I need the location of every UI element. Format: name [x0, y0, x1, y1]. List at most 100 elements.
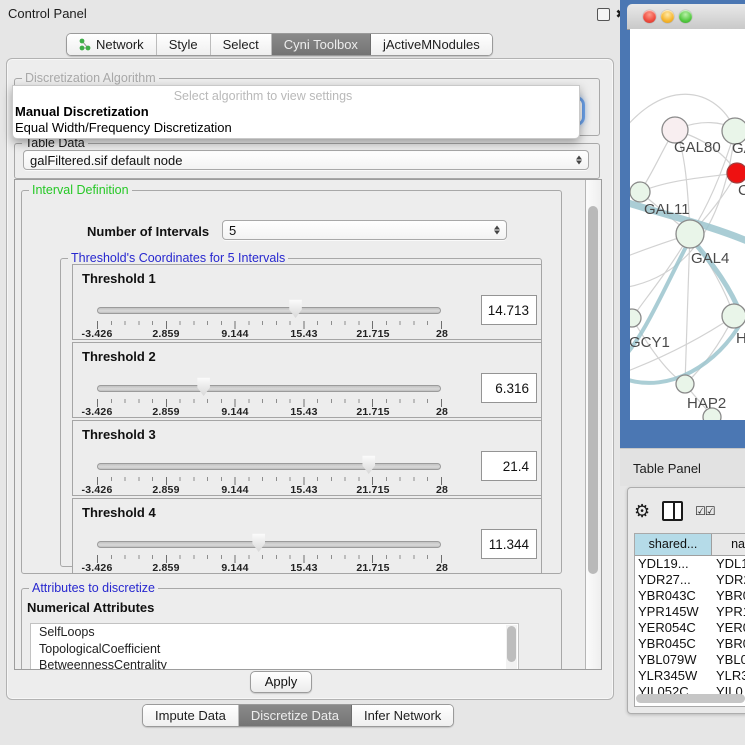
node-gal11[interactable] [630, 182, 650, 202]
node-label: GCY1 [630, 334, 670, 351]
node-label: GAL4 [691, 250, 729, 267]
slider-track [97, 541, 441, 548]
numerical-attributes-list[interactable]: SelfLoops TopologicalCoefficient Between… [30, 623, 519, 670]
tab-cyni-toolbox[interactable]: Cyni Toolbox [272, 34, 371, 55]
slider-thumb[interactable] [288, 299, 303, 318]
node-label: GAL80 [674, 139, 721, 156]
tab-jactivemnodules[interactable]: jActiveMNodules [371, 34, 492, 55]
threshold-4-label: Threshold 4 [82, 505, 156, 520]
table-data-group: Table Data galFiltered.sif default node [14, 143, 600, 179]
node-hap2[interactable] [676, 375, 694, 393]
dropdown-option-equal-width-frequency[interactable]: Equal Width/Frequency Discretization [15, 120, 232, 135]
column-view-icon[interactable] [662, 501, 683, 521]
table-row[interactable]: YDL19...YDL1 [635, 556, 745, 572]
threshold-4-slider[interactable] [97, 535, 441, 553]
float-window-icon[interactable] [597, 8, 610, 21]
node-h[interactable] [722, 304, 745, 328]
network-icon [79, 38, 91, 51]
tab-style[interactable]: Style [157, 34, 211, 55]
top-tab-bar: Network Style Select Cyni Toolbox jActiv… [66, 33, 493, 56]
table-row[interactable]: YDR27...YDR2 [635, 572, 745, 588]
close-traffic-light-icon[interactable] [643, 10, 656, 23]
threshold-4-panel: Threshold 4 -3.426 2.859 9.144 15.43 21.… [72, 498, 542, 574]
slider-thumb[interactable] [251, 533, 266, 552]
threshold-2-panel: Threshold 2 -3.426 2.859 9.144 15.43 21.… [72, 342, 542, 418]
threshold-3-slider[interactable] [97, 457, 441, 475]
table-panel-titlebar: Table Panel [620, 448, 745, 486]
dropdown-option-manual-discretization[interactable]: Manual Discretization [15, 104, 149, 119]
table-data-combobox[interactable]: galFiltered.sif default node [23, 150, 589, 170]
minimize-traffic-light-icon[interactable] [661, 10, 674, 23]
table-row[interactable]: YLR345WYLR3 [635, 668, 745, 684]
network-window: GAL80 GA C GAL11 GAL4 GCY1 H HAP2 [620, 0, 745, 448]
column-header-name[interactable]: na [712, 534, 745, 555]
thresholds-group-title: Threshold's Coordinates for 5 Intervals [68, 251, 288, 265]
table-row[interactable]: YBR045CYBR0 [635, 636, 745, 652]
node-label: HAP2 [687, 395, 726, 412]
discretization-algorithm-group-title: Discretization Algorithm [22, 71, 159, 85]
num-intervals-value: 5 [229, 223, 236, 238]
tab-select[interactable]: Select [211, 34, 272, 55]
slider-tick-labels: -3.426 2.859 9.144 15.43 21.715 28 [97, 406, 442, 417]
threshold-1-panel: Threshold 1 -3.426 2.859 9.144 15.43 21.… [72, 264, 542, 340]
num-intervals-label: Number of Intervals [87, 224, 209, 239]
node-gal4[interactable] [676, 220, 704, 248]
table-row[interactable]: YER054CYER0 [635, 620, 745, 636]
threshold-2-label: Threshold 2 [82, 349, 156, 364]
gear-icon[interactable]: ⚙ [634, 502, 650, 520]
threshold-1-slider[interactable] [97, 301, 441, 319]
combo-arrows-icon [576, 156, 582, 165]
table-toolbar: ⚙ ☑☑ [634, 494, 745, 528]
slider-tick-labels: -3.426 2.859 9.144 15.43 21.715 28 [97, 484, 442, 495]
tab-network[interactable]: Network [67, 34, 157, 55]
table-header-row: shared... na [635, 534, 745, 556]
screen: Control Panel ✖ Network Style Select Cyn… [0, 0, 745, 745]
settings-scrollpane: Interval Definition Number of Intervals … [14, 179, 602, 670]
threshold-2-slider[interactable] [97, 379, 441, 397]
node-selected-red[interactable] [727, 163, 745, 183]
slider-thumb[interactable] [196, 377, 211, 396]
threshold-1-value-field[interactable]: 14.713 [481, 295, 537, 325]
list-item[interactable]: TopologicalCoefficient [31, 641, 518, 658]
threshold-4-value-field[interactable]: 11.344 [481, 529, 537, 559]
slider-tick-labels: -3.426 2.859 9.144 15.43 21.715 28 [97, 328, 442, 339]
table-data-selected: galFiltered.sif default node [30, 153, 182, 168]
list-item[interactable]: BetweennessCentrality [31, 657, 518, 670]
threshold-3-value-field[interactable]: 21.4 [481, 451, 537, 481]
table-horizontal-scrollbar[interactable] [636, 694, 745, 703]
node-table[interactable]: shared... na YDL19...YDL1 YDR27...YDR2 Y… [634, 533, 745, 707]
settings-scrollbar[interactable] [585, 180, 601, 669]
scrollbar-thumb[interactable] [588, 206, 598, 574]
node-label: GA [732, 140, 745, 157]
num-intervals-combobox[interactable]: 5 [222, 220, 507, 240]
network-canvas[interactable]: GAL80 GA C GAL11 GAL4 GCY1 H HAP2 [630, 29, 745, 420]
list-item[interactable]: SelfLoops [31, 624, 518, 641]
slider-track [97, 307, 441, 314]
combo-arrows-icon [494, 226, 500, 235]
attributes-group: Attributes to discretize Numerical Attri… [21, 588, 562, 670]
table-row[interactable]: YBR043CYBR0 [635, 588, 745, 604]
table-row[interactable]: YPR145WYPR1 [635, 604, 745, 620]
network-graph: GAL80 GA C GAL11 GAL4 GCY1 H HAP2 [630, 29, 745, 420]
tab-discretize-data[interactable]: Discretize Data [239, 705, 352, 726]
bottom-tab-bar: Impute Data Discretize Data Infer Networ… [142, 704, 454, 727]
list-scrollbar[interactable] [506, 625, 517, 670]
threshold-2-value-field[interactable]: 6.316 [481, 373, 537, 403]
zoom-traffic-light-icon[interactable] [679, 10, 692, 23]
slider-thumb[interactable] [361, 455, 376, 474]
column-header-shared-name[interactable]: shared... [635, 534, 712, 555]
tab-impute-data[interactable]: Impute Data [143, 705, 239, 726]
network-window-titlebar[interactable] [627, 4, 745, 30]
interval-definition-group: Interval Definition Number of Intervals … [21, 190, 562, 574]
node-label: H [736, 330, 745, 347]
slider-tick-labels: -3.426 2.859 9.144 15.43 21.715 28 [97, 562, 442, 573]
slider-track [97, 385, 441, 392]
threshold-1-label: Threshold 1 [82, 271, 156, 286]
node-gcy1[interactable] [630, 309, 641, 327]
threshold-3-label: Threshold 3 [82, 427, 156, 442]
checkbox-icons[interactable]: ☑☑ [695, 504, 715, 518]
tab-infer-network[interactable]: Infer Network [352, 705, 453, 726]
apply-button[interactable]: Apply [250, 671, 312, 693]
table-row[interactable]: YBL079WYBL0 [635, 652, 745, 668]
node-label: C [738, 182, 745, 199]
